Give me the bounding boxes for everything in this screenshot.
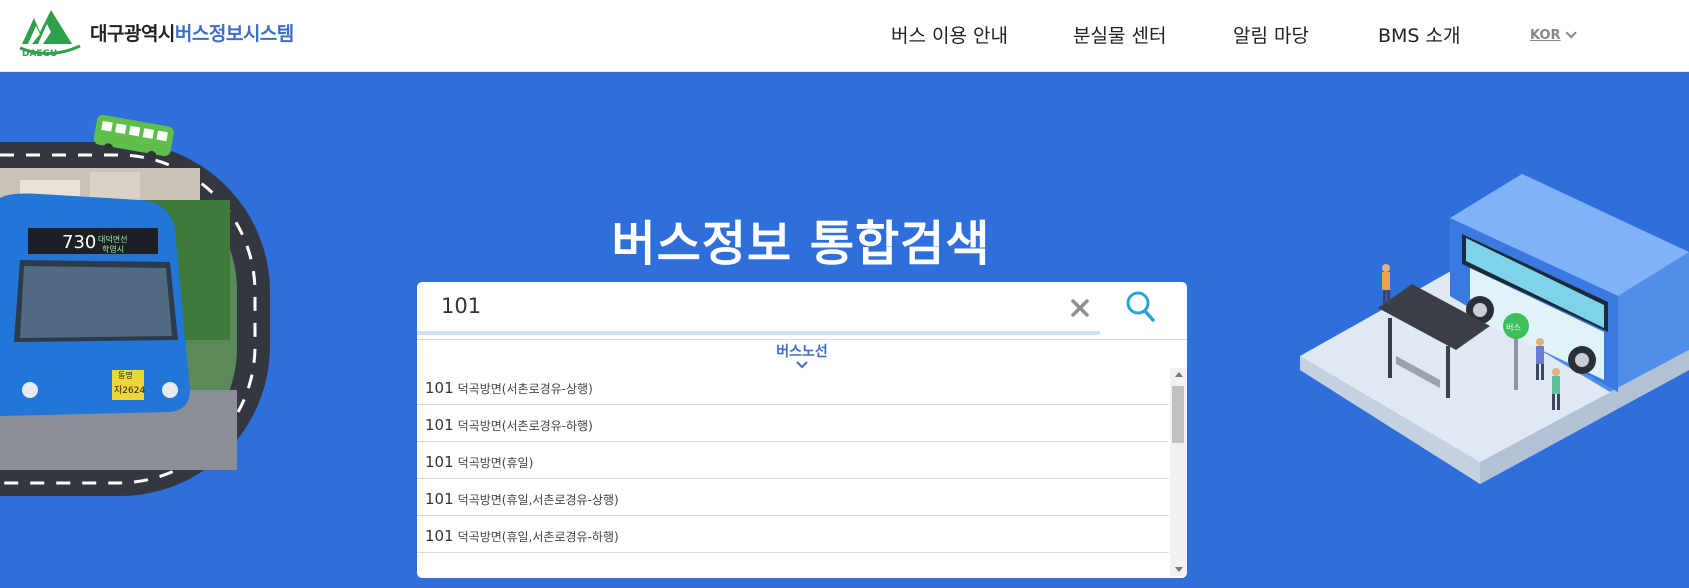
route-number: 101	[425, 453, 454, 471]
scroll-up-arrow-icon[interactable]	[1175, 372, 1183, 377]
search-input[interactable]	[417, 282, 1097, 330]
section-label-bus-routes[interactable]: 버스노선	[417, 341, 1187, 361]
language-selector[interactable]: KOR	[1530, 27, 1577, 43]
search-panel: 버스노선 101덕곡방면(서촌로경유-상행) 101덕곡방면(서촌로경유-하행)…	[417, 282, 1187, 578]
search-icon[interactable]	[1125, 290, 1157, 324]
result-list: 101 덕곡방면(서촌로경유-상행) 101 덕곡방면(서촌로경유-하행) 101 덕…	[417, 368, 1169, 553]
clear-icon[interactable]	[1068, 296, 1092, 320]
bus-road-illustration: 730 대덕면선 학영시 자2624 동명	[0, 114, 270, 496]
chevron-down-icon	[1565, 27, 1577, 39]
daegu-logo[interactable]: DAEGU	[18, 6, 82, 58]
bus-plate: 자2624	[114, 385, 145, 396]
scrollbar[interactable]	[1170, 368, 1186, 576]
result-item[interactable]: 101 덕곡방면(서촌로경유-상행)	[417, 368, 1169, 405]
header: DAEGU 대구광역시버스정보시스템 버스 이용 안내 분실물 센터 알림 마당…	[0, 0, 1689, 72]
result-item[interactable]: 101 덕곡방면(휴일,서촌로경유-상행)	[417, 479, 1169, 516]
logo-text: DAEGU	[22, 49, 57, 58]
nav-lost-and-found[interactable]: 분실물 센터	[1073, 21, 1166, 48]
route-number: 101	[425, 527, 454, 545]
search-underline	[417, 331, 1100, 335]
route-number: 101	[425, 490, 454, 508]
nav-bus-guide[interactable]: 버스 이용 안내	[891, 21, 1008, 48]
result-item[interactable]: 101 덕곡방면(휴일,서촌로경유-하행)	[417, 516, 1169, 553]
route-number: 101	[425, 416, 454, 434]
nav-notices[interactable]: 알림 마당	[1233, 21, 1309, 48]
route-name: 덕곡방면(휴일)	[457, 456, 534, 470]
nav-bms-intro[interactable]: BMS 소개	[1378, 21, 1461, 48]
result-item[interactable]: 101 덕곡방면(서촌로경유-하행)	[417, 405, 1169, 442]
site-title[interactable]: 대구광역시버스정보시스템	[90, 19, 294, 46]
panel-divider	[417, 339, 1187, 340]
site-title-prefix: 대구광역시	[90, 23, 175, 45]
bus-stop-illustration: 버스	[1300, 174, 1689, 484]
route-name: 덕곡방면(서촌로경유-상행)	[457, 382, 593, 396]
scroll-thumb[interactable]	[1172, 386, 1184, 443]
route-name: 덕곡방면(휴일,서촌로경유-상행)	[457, 493, 619, 507]
bus-front-label: 동명	[118, 370, 133, 380]
route-number: 101	[425, 379, 454, 397]
result-item[interactable]: 101 덕곡방면(휴일)	[417, 442, 1169, 479]
route-name: 덕곡방면(서촌로경유-하행)	[457, 419, 593, 433]
site-title-suffix: 버스정보시스템	[174, 23, 294, 45]
scroll-down-arrow-icon[interactable]	[1175, 567, 1183, 572]
bus-stop-sign: 버스	[1506, 322, 1521, 332]
route-name: 덕곡방면(휴일,서촌로경유-하행)	[457, 530, 619, 544]
language-label: KOR	[1530, 28, 1561, 43]
